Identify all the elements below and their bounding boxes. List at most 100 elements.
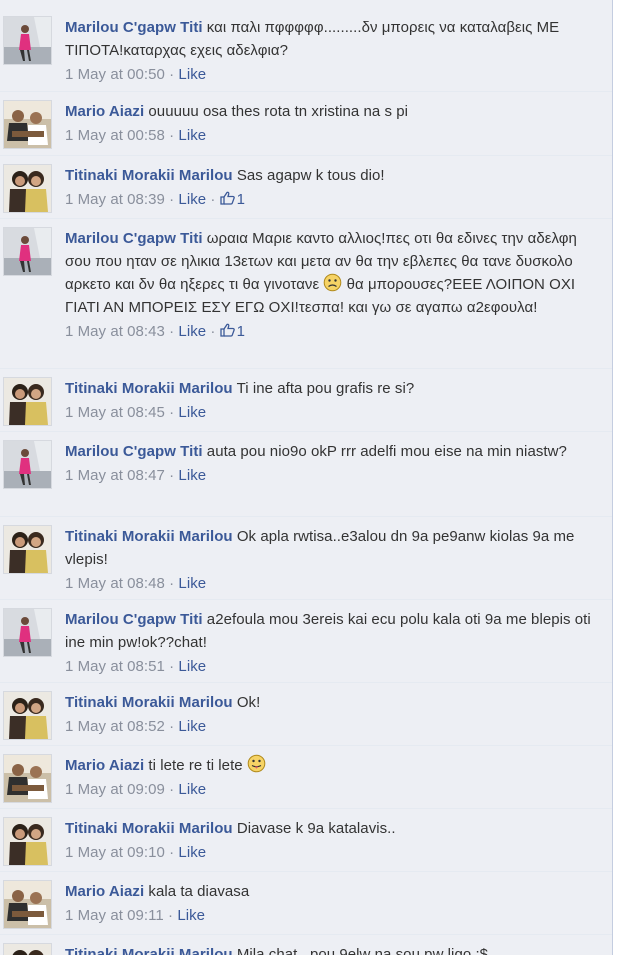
like-link[interactable]: Like — [178, 844, 206, 861]
separator-dot: · — [169, 467, 175, 484]
avatar[interactable] — [3, 943, 52, 955]
comment: Titinaki Morakii Marilou Ti ine afta pou… — [0, 368, 612, 431]
comment: Marilou C'gapw Titi ωραια Μαριε καντο αλ… — [0, 218, 612, 368]
comment-timestamp[interactable]: 1 May at 08:43 — [65, 323, 165, 340]
comment-meta: 1 May at 08:45 · Like — [65, 403, 602, 423]
comment-text: Ok! — [236, 694, 261, 711]
like-link[interactable]: Like — [178, 323, 206, 340]
like-count-value: 1 — [236, 323, 246, 340]
like-link[interactable]: Like — [178, 66, 206, 83]
separator-dot: · — [210, 323, 216, 340]
like-link[interactable]: Like — [178, 781, 206, 798]
comment-timestamp[interactable]: 1 May at 09:09 — [65, 781, 165, 798]
comment-author[interactable]: Titinaki Morakii Marilou — [65, 694, 233, 711]
avatar[interactable] — [3, 817, 52, 866]
like-link[interactable]: Like — [178, 575, 206, 592]
comment: Marilou C'gapw Titi και παλι πφφφφφ.....… — [0, 0, 612, 91]
avatar[interactable] — [3, 608, 52, 657]
like-link[interactable]: Like — [177, 907, 205, 924]
comment-meta: 1 May at 00:50 · Like — [65, 65, 602, 85]
like-link[interactable]: Like — [178, 127, 206, 144]
separator-dot: · — [169, 781, 175, 798]
comment: Titinaki Morakii Marilou Ok apla rwtisa.… — [0, 516, 612, 599]
comment: Mario Aiazi kala ta diavasa 1 May at 09:… — [0, 871, 612, 934]
comment-meta: 1 May at 08:51 · Like — [65, 657, 602, 677]
like-link[interactable]: Like — [178, 191, 206, 208]
comment-meta: 1 May at 08:47 · Like — [65, 466, 602, 486]
like-link[interactable]: Like — [178, 658, 206, 675]
like-link[interactable]: Like — [178, 467, 206, 484]
comment-text: Diavase k 9a katalavis.. — [236, 820, 396, 837]
comment-timestamp[interactable]: 1 May at 08:52 — [65, 718, 165, 735]
comment-timestamp[interactable]: 1 May at 08:45 — [65, 404, 165, 421]
avatar[interactable] — [3, 691, 52, 740]
comment-text: Ti ine afta pou grafis re si? — [236, 380, 415, 397]
comment-timestamp[interactable]: 1 May at 08:51 — [65, 658, 165, 675]
separator-dot: · — [169, 404, 175, 421]
tongue-emoji-icon — [247, 754, 266, 773]
avatar[interactable] — [3, 16, 52, 65]
comment: Marilou C'gapw Titi a2efoula mou 3ereis … — [0, 599, 612, 682]
separator-dot: · — [169, 718, 175, 735]
avatar[interactable] — [3, 525, 52, 574]
avatar[interactable] — [3, 164, 52, 213]
comment-author[interactable]: Titinaki Morakii Marilou — [65, 380, 233, 397]
separator-dot: · — [169, 127, 175, 144]
comment-text: ouuuuu osa thes rota tn xristina na s pi — [148, 103, 409, 120]
comment-meta: 1 May at 09:11 · Like — [65, 906, 602, 926]
comment: Marilou C'gapw Titi auta pou nio9o okP r… — [0, 431, 612, 516]
comment-meta: 1 May at 08:39 · Like · 1 — [65, 190, 602, 210]
comment-timestamp[interactable]: 1 May at 08:47 — [65, 467, 165, 484]
thumbs-up-icon — [219, 323, 235, 337]
comment-text: kala ta diavasa — [148, 883, 250, 900]
avatar[interactable] — [3, 377, 52, 426]
comment-meta: 1 May at 09:09 · Like — [65, 780, 602, 800]
like-count-value: 1 — [236, 191, 246, 208]
avatar[interactable] — [3, 754, 52, 803]
comment: Titinaki Morakii Marilou Mila chat ..pou… — [0, 934, 612, 955]
comment-author[interactable]: Titinaki Morakii Marilou — [65, 820, 233, 837]
like-count[interactable]: 1 — [219, 323, 246, 340]
avatar[interactable] — [3, 880, 52, 929]
comment-timestamp[interactable]: 1 May at 08:39 — [65, 191, 165, 208]
comment-author[interactable]: Titinaki Morakii Marilou — [65, 528, 233, 545]
comment-author[interactable]: Titinaki Morakii Marilou — [65, 167, 233, 184]
thumbs-up-icon — [219, 191, 235, 205]
avatar[interactable] — [3, 227, 52, 276]
comment-timestamp[interactable]: 1 May at 09:11 — [65, 907, 164, 924]
comment: Titinaki Morakii Marilou Ok! 1 May at 08… — [0, 682, 612, 745]
comment-list: Marilou C'gapw Titi και παλι πφφφφφ.....… — [0, 0, 612, 955]
comment-text: Sas agapw k tous dio! — [236, 167, 385, 184]
comment-meta: 1 May at 09:10 · Like — [65, 843, 602, 863]
avatar[interactable] — [3, 440, 52, 489]
comment-timestamp[interactable]: 1 May at 00:50 — [65, 66, 165, 83]
like-link[interactable]: Like — [178, 404, 206, 421]
comment-timestamp[interactable]: 1 May at 08:48 — [65, 575, 165, 592]
frown-emoji-icon — [324, 273, 342, 292]
comment-meta: 1 May at 08:48 · Like — [65, 574, 602, 594]
separator-dot: · — [210, 191, 216, 208]
comment-author[interactable]: Mario Aiazi — [65, 103, 144, 120]
comment-author[interactable]: Mario Aiazi — [65, 883, 144, 900]
comment-timestamp[interactable]: 1 May at 09:10 — [65, 844, 165, 861]
comment-author[interactable]: Mario Aiazi — [65, 757, 144, 774]
comment-author[interactable]: Titinaki Morakii Marilou — [65, 946, 233, 955]
comment: Titinaki Morakii Marilou Diavase k 9a ka… — [0, 808, 612, 871]
avatar[interactable] — [3, 100, 52, 149]
separator-dot: · — [169, 323, 175, 340]
comment-meta: 1 May at 08:43 · Like · 1 — [65, 322, 602, 342]
comment-author[interactable]: Marilou C'gapw Titi — [65, 19, 203, 36]
comment-author[interactable]: Marilou C'gapw Titi — [65, 230, 203, 247]
separator-dot: · — [169, 191, 175, 208]
separator-dot: · — [169, 844, 175, 861]
comment-timestamp[interactable]: 1 May at 00:58 — [65, 127, 165, 144]
comment-text: ti lete re ti lete — [148, 757, 243, 774]
like-count[interactable]: 1 — [219, 191, 246, 208]
comment-author[interactable]: Marilou C'gapw Titi — [65, 611, 203, 628]
page-margin — [613, 0, 620, 955]
comment: Mario Aiazi ti lete re ti lete 1 May at … — [0, 745, 612, 808]
comment-text: Mila chat ..pou 9elw na sou pw ligo :$ — [236, 946, 489, 955]
comment-author[interactable]: Marilou C'gapw Titi — [65, 443, 203, 460]
like-link[interactable]: Like — [178, 718, 206, 735]
separator-dot: · — [169, 658, 175, 675]
